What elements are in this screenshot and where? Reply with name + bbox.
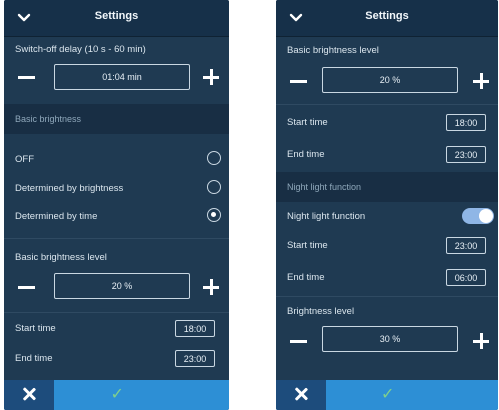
minus-icon [289,339,307,343]
option-determined-by-time-label: Determined by time [15,211,98,222]
brightness-level-field[interactable]: 20 % [54,273,190,299]
night-end-time-label: End time [287,272,325,283]
divider [276,104,498,105]
minus-icon [17,75,35,79]
night-start-time-label: Start time [287,240,328,251]
basic-brightness-level-label: Basic brightness level [287,45,379,56]
close-icon [22,387,36,401]
start-time-label: Start time [287,117,328,128]
brightness-level-field[interactable]: 20 % [322,67,458,93]
cancel-button[interactable] [4,380,54,410]
start-time-label: Start time [15,323,56,334]
confirm-check-icon[interactable]: ✓ [111,384,124,404]
start-time-field[interactable]: 18:00 [446,114,486,131]
option-determined-by-brightness-label: Determined by brightness [15,183,124,194]
decrease-brightness-level-button[interactable] [287,70,309,92]
end-time-label: End time [287,149,325,160]
radio-determined-by-time[interactable] [207,208,221,222]
switch-off-delay-field[interactable]: 01:04 min [54,64,190,90]
minus-icon [17,285,35,289]
start-time-field[interactable]: 18:00 [175,320,215,337]
top-bar: Settings [276,0,498,37]
plus-icon [473,333,489,349]
night-end-time-field[interactable]: 06:00 [446,269,486,286]
basic-brightness-level-label: Basic brightness level [15,252,107,263]
radio-determined-by-brightness[interactable] [207,180,221,194]
divider [4,312,229,313]
bottom-bar: ✓ [4,380,229,410]
section-header-night-light: Night light function [276,172,498,202]
end-time-field[interactable]: 23:00 [446,146,486,163]
increase-brightness-level-button[interactable] [470,70,492,92]
end-time-label: End time [15,353,53,364]
settings-screen-right: Settings Basic brightness level 20 % Sta… [276,0,498,410]
radio-off[interactable] [207,151,221,165]
section-header-basic-brightness: Basic brightness [4,104,229,134]
top-bar: Settings [4,0,229,37]
plus-icon [473,73,489,89]
confirm-check-icon[interactable]: ✓ [381,384,394,404]
option-off-label: OFF [15,154,34,165]
night-start-time-field[interactable]: 23:00 [446,237,486,254]
divider [276,296,498,297]
brightness-level-label: Brightness level [287,306,355,317]
page-title: Settings [94,10,139,22]
decrease-brightness-level-button[interactable] [15,276,37,298]
night-brightness-field[interactable]: 30 % [322,326,458,352]
decrease-night-brightness-button[interactable] [287,330,309,352]
decrease-switch-off-button[interactable] [15,66,37,88]
minus-icon [289,79,307,83]
cancel-button[interactable] [276,380,326,410]
page-title: Settings [365,10,409,22]
switch-off-delay-label: Switch-off delay (10 s - 60 min) [15,44,146,55]
plus-icon [203,279,219,295]
end-time-field[interactable]: 23:00 [175,350,215,367]
increase-brightness-level-button[interactable] [200,276,222,298]
close-icon [294,387,308,401]
divider [4,238,229,239]
toggle-knob [479,209,493,223]
bottom-bar: ✓ [276,380,498,410]
increase-switch-off-button[interactable] [200,66,222,88]
plus-icon [203,69,219,85]
settings-screen-left: Settings Switch-off delay (10 s - 60 min… [4,0,229,410]
night-light-toggle-label: Night light function [287,211,366,222]
increase-night-brightness-button[interactable] [470,330,492,352]
night-light-toggle[interactable] [462,208,494,224]
